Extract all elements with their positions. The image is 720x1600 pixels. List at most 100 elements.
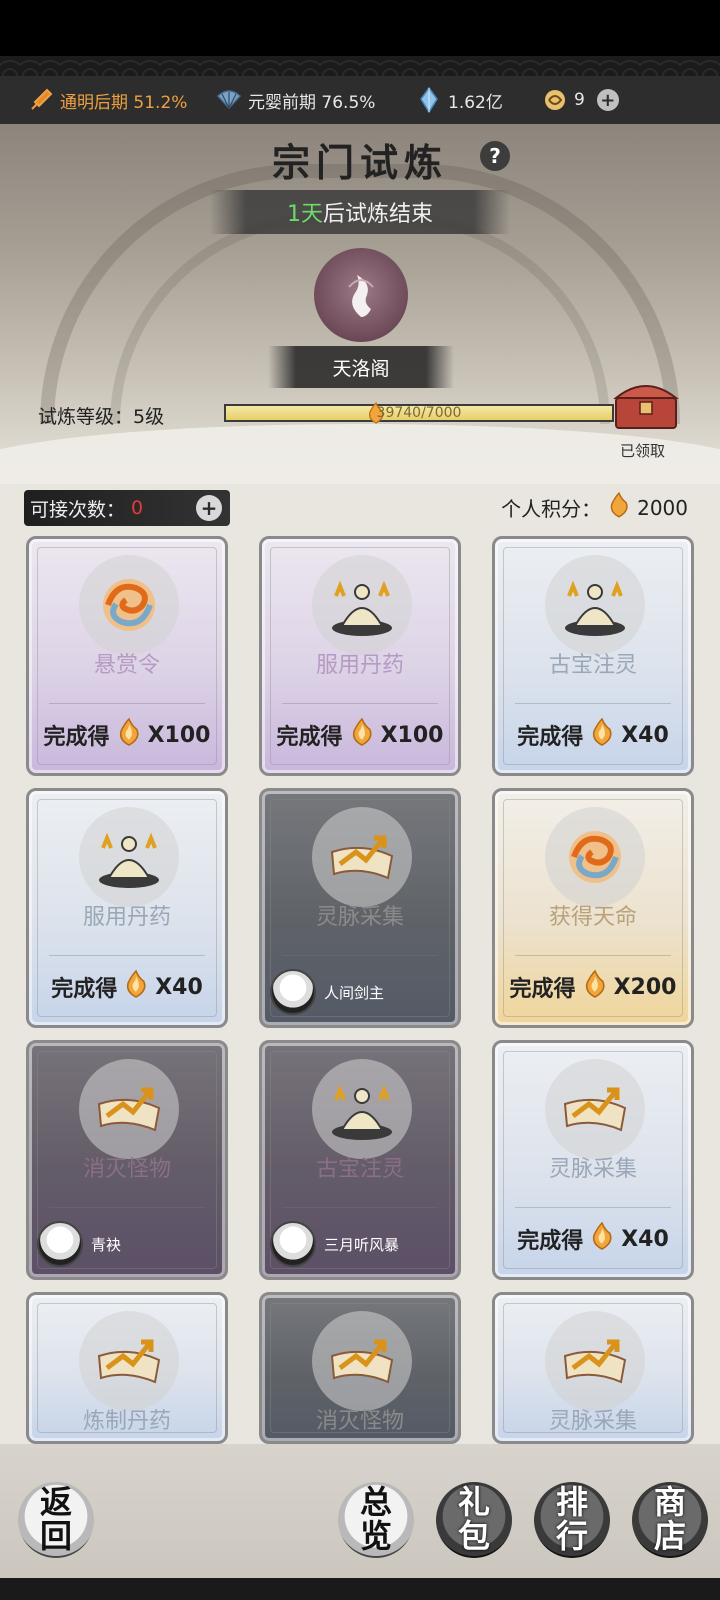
task-reward: 完成得 X200 (495, 969, 691, 1005)
card-divider (282, 955, 438, 956)
countdown-days: 1天 (286, 202, 323, 227)
task-card[interactable]: 灵脉采集完成得 X40 (492, 1040, 694, 1280)
scroll-arrow-icon (79, 1311, 179, 1411)
task-card[interactable]: 服用丹药 完成得 X100 (259, 536, 461, 776)
task-card[interactable]: 悬赏令完成得 X100 (26, 536, 228, 776)
reward-label: 完成得 (43, 725, 110, 750)
task-name: 灵脉采集 (548, 1157, 637, 1182)
meditating-sage-icon (545, 555, 645, 655)
claimed-by-player: 人间剑主 (270, 969, 384, 1015)
scroll-arrow-icon (312, 1311, 412, 1411)
overview-button[interactable]: 总览 (338, 1482, 414, 1558)
reward-label: 完成得 (51, 977, 118, 1002)
reward-amount: X40 (155, 974, 203, 1000)
status-bar-area (0, 0, 720, 56)
personal-score: 个人积分： 2000 (501, 491, 688, 523)
trial-progress-bar: 39740/7000 (224, 401, 614, 424)
avatar (270, 1221, 316, 1267)
reward-amount: X40 (621, 722, 669, 748)
flame-coin-icon (116, 717, 142, 753)
card-divider (282, 1207, 438, 1208)
task-card[interactable]: 古宝注灵三月听风暴 (259, 1040, 461, 1280)
task-name: 消灭怪物 (82, 1157, 171, 1182)
scroll-arrow-icon (545, 1311, 645, 1411)
countdown-suffix: 后试炼结束 (322, 202, 433, 227)
card-divider (49, 1207, 205, 1208)
claimed-by-player: 三月听风暴 (270, 1221, 399, 1267)
card-divider (49, 955, 205, 956)
scroll-arrow-icon (545, 1059, 645, 1159)
swirl-icon (542, 87, 568, 113)
task-name: 服用丹药 (82, 905, 171, 930)
reward-label: 完成得 (517, 725, 584, 750)
task-card[interactable]: 灵脉采集人间剑主 (259, 788, 461, 1028)
avatar (37, 1221, 83, 1267)
task-card[interactable]: 服用丹药完成得 X40 (26, 788, 228, 1028)
task-reward: 完成得 X40 (495, 717, 691, 753)
card-divider (515, 955, 671, 956)
task-name: 灵脉采集 (315, 905, 404, 930)
reward-amount: X40 (621, 1226, 669, 1252)
task-card[interactable]: 古宝注灵完成得 X40 (492, 536, 694, 776)
add-swirl-button[interactable]: + (596, 89, 619, 111)
card-divider (515, 703, 671, 704)
trial-level: 试炼等级：5级 (38, 406, 165, 428)
page-title: 宗门试炼 (271, 140, 448, 185)
scroll-arrow-icon (312, 807, 412, 907)
bottom-pattern (0, 1578, 720, 1600)
shop-label: 商店 (653, 1483, 686, 1555)
reward-amount: X100 (380, 722, 444, 748)
back-button[interactable]: 返回 (18, 1482, 94, 1558)
cultivation-text: 通明后期 51.2% (60, 92, 188, 113)
task-name: 古宝注灵 (548, 653, 637, 678)
task-card[interactable]: 炼制丹药 (26, 1292, 228, 1444)
cultivation-stat: 通明后期 51.2% (28, 87, 187, 113)
treasure-chest-icon[interactable] (608, 372, 684, 432)
swirl-orb-icon (545, 807, 645, 907)
gift-label: 礼包 (457, 1483, 490, 1555)
spirit-stone-text: 1.62亿 (448, 92, 503, 113)
reward-label: 完成得 (509, 977, 576, 1002)
accept-label: 可接次数： (30, 498, 126, 521)
realm-text: 元婴前期 76.5% (248, 92, 376, 113)
task-card[interactable]: 获得天命 完成得 X200 (492, 788, 694, 1028)
rank-label: 排行 (555, 1483, 588, 1555)
task-name: 灵脉采集 (548, 1409, 637, 1434)
resource-bar: 通明后期 51.2% 元婴前期 76.5% 1.62亿 9 + (0, 76, 720, 124)
task-reward: 完成得 X40 (29, 969, 225, 1005)
trial-progress-text: 39740/7000 (376, 405, 462, 421)
flame-coin-icon (349, 717, 375, 753)
decorative-pattern (0, 56, 720, 76)
card-divider (49, 703, 205, 704)
meditating-sage-icon (312, 1059, 412, 1159)
score-value: 2000 (637, 495, 688, 520)
task-reward: 完成得 X100 (29, 717, 225, 753)
reward-amount: X200 (613, 974, 677, 1000)
task-card[interactable]: 消灭怪物 (259, 1292, 461, 1444)
task-name: 古宝注灵 (315, 1157, 404, 1182)
flame-coin-icon (589, 717, 615, 753)
add-accept-button[interactable]: + (196, 495, 222, 521)
rank-button[interactable]: 排行 (534, 1482, 610, 1558)
swirl-stat: 9 + (542, 87, 619, 113)
chest-status: 已领取 (620, 442, 666, 460)
help-button[interactable]: ? (480, 141, 510, 171)
accept-value: 0 (131, 497, 144, 519)
player-name: 人间剑主 (324, 983, 385, 1002)
flame-coin-icon (607, 491, 631, 523)
reward-label: 完成得 (276, 725, 343, 750)
back-label: 返回 (39, 1483, 72, 1555)
shop-button[interactable]: 商店 (632, 1482, 708, 1558)
scroll-arrow-icon (79, 1059, 179, 1159)
overview-label: 总览 (359, 1483, 392, 1555)
meditating-sage-icon (312, 555, 412, 655)
gift-button[interactable]: 礼包 (436, 1482, 512, 1558)
task-card[interactable]: 消灭怪物 青袂 (26, 1040, 228, 1280)
reward-label: 完成得 (517, 1229, 584, 1254)
flame-coin-icon (582, 969, 608, 1005)
task-name: 炼制丹药 (82, 1409, 171, 1434)
task-name: 悬赏令 (93, 653, 160, 678)
task-card[interactable]: 灵脉采集 (492, 1292, 694, 1444)
swirl-orb-icon (79, 555, 179, 655)
sect-emblem-icon (314, 248, 408, 342)
